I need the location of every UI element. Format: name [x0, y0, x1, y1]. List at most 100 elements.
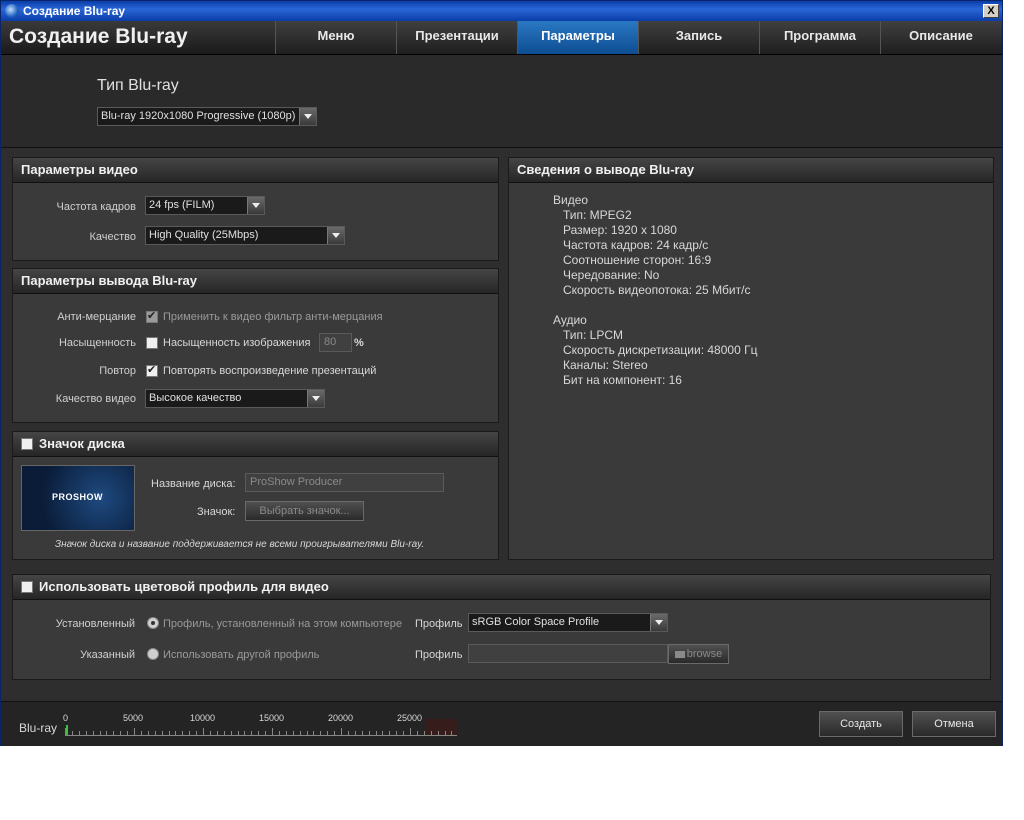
folder-icon [674, 651, 685, 658]
ruler-tick [416, 731, 418, 735]
chevron-down-icon [247, 197, 264, 214]
repeat-label: Повтор [99, 365, 136, 377]
chevron-down-icon [327, 227, 344, 244]
video-params-title: Параметры видео [13, 158, 498, 183]
bluray-type-value: Blu-ray 1920x1080 Progressive (1080p) [101, 110, 296, 122]
repeat-text: Повторять воспроизведение презентаций [163, 365, 377, 377]
ruler-tick [272, 728, 273, 735]
cancel-button[interactable]: Отмена [912, 711, 996, 737]
ruler-tick [65, 728, 66, 735]
ruler-tick [437, 731, 439, 735]
ruler-tick [341, 728, 342, 735]
video-params-panel: Параметры видео Частота кадров 24 fps (F… [12, 157, 499, 261]
saturation-label: Насыщенность [58, 337, 136, 349]
video-info-header: Видео [553, 193, 589, 207]
ruler-tick [237, 731, 239, 735]
bluray-type-section: Тип Blu-ray Blu-ray 1920x1080 Progressiv… [1, 55, 1002, 148]
ruler-tick [278, 731, 280, 735]
ruler-tick [361, 731, 363, 735]
ruler-tick [230, 731, 232, 735]
ruler-tick [209, 731, 211, 735]
audio-info-line: Тип: LPCM [563, 328, 624, 342]
ruler-tick [403, 731, 405, 735]
ruler-tick [389, 731, 391, 735]
profile-select[interactable]: sRGB Color Space Profile [468, 613, 668, 632]
header: Создание Blu-ray Меню Презентации Параме… [1, 21, 1002, 55]
specified-profile-radio[interactable] [147, 648, 159, 660]
profile-value: sRGB Color Space Profile [472, 616, 600, 628]
antiflicker-checkbox[interactable] [146, 309, 158, 323]
browse-label: browse [686, 648, 723, 660]
tab-burn[interactable]: Запись [638, 21, 759, 54]
saturation-checkbox[interactable] [146, 337, 158, 349]
close-button[interactable]: X [983, 4, 999, 18]
ruler-tick-label: 5000 [123, 713, 144, 723]
disc-thumbnail: PROSHOW [21, 465, 135, 531]
disc-icon-note: Значок диска и название поддерживается н… [55, 539, 425, 550]
app-icon [5, 4, 19, 18]
ruler-tick-label: 10000 [190, 713, 216, 723]
ruler-tick [251, 731, 253, 735]
ruler-tick [423, 731, 425, 735]
saturation-input[interactable]: 80 [319, 333, 352, 352]
disc-name-label: Название диска: [151, 478, 236, 490]
tab-menu[interactable]: Меню [275, 21, 396, 54]
disc-icon-checkbox[interactable] [21, 438, 33, 450]
thumbnail-logo-text: PROSHOW [52, 492, 104, 502]
installed-profile-radio[interactable] [147, 617, 159, 629]
framerate-value: 24 fps (FILM) [149, 199, 215, 211]
create-button[interactable]: Создать [819, 711, 903, 737]
tab-description[interactable]: Описание [880, 21, 1001, 54]
repeat-checkbox[interactable] [146, 363, 158, 377]
ruler-tick-label: 0 [63, 713, 69, 723]
quality-select[interactable]: High Quality (25Mbps) [145, 226, 345, 245]
video-info-line: Соотношение сторон: 16:9 [563, 253, 712, 267]
ruler-tick [430, 731, 432, 735]
ruler-tick [223, 731, 225, 735]
ruler-tick [375, 731, 377, 735]
ruler-tick [175, 731, 177, 735]
icon-label: Значок: [197, 506, 236, 518]
saturation-text: Насыщенность изображения [163, 337, 311, 349]
ruler-tick-label: 20000 [328, 713, 354, 723]
ruler-tick [313, 731, 315, 735]
ruler-baseline [65, 735, 457, 736]
profile-path-input[interactable] [468, 644, 668, 663]
ruler-tick [203, 728, 204, 735]
ruler-tick [78, 731, 80, 735]
title-bar: Создание Blu-ray X [1, 1, 1002, 21]
quality-label: Качество [89, 231, 136, 243]
tab-presentations[interactable]: Презентации [396, 21, 517, 54]
tab-bar: Меню Презентации Параметры Запись Програ… [275, 21, 1001, 54]
ruler-tick [127, 731, 129, 735]
video-info-line: Размер: 1920 x 1080 [563, 223, 677, 237]
video-quality-select[interactable]: Высокое качество [145, 389, 325, 408]
browse-button[interactable]: browse [668, 644, 729, 664]
ruler-tick [320, 731, 322, 735]
ruler-tick [285, 731, 287, 735]
ruler-tick [216, 731, 218, 735]
framerate-label: Частота кадров [56, 201, 137, 213]
ruler-tick [154, 731, 156, 735]
antiflicker-text: Применить к видео фильтр анти-мерцания [163, 311, 383, 323]
framerate-select[interactable]: 24 fps (FILM) [145, 196, 265, 215]
ruler-tick [71, 731, 73, 735]
tab-program[interactable]: Программа [759, 21, 880, 54]
profile-label-2: Профиль [415, 649, 463, 661]
bluray-type-select[interactable]: Blu-ray 1920x1080 Progressive (1080p) [97, 107, 317, 126]
ruler-tick [120, 731, 122, 735]
ruler-tick [292, 731, 294, 735]
ruler-tick [444, 731, 446, 735]
capacity-indicator [66, 725, 68, 735]
disc-name-input[interactable]: ProShow Producer [245, 473, 444, 492]
bluray-dialog: Создание Blu-ray X Создание Blu-ray Меню… [0, 0, 1003, 746]
color-profile-checkbox[interactable] [21, 581, 33, 593]
ruler-tick [140, 731, 142, 735]
tab-parameters[interactable]: Параметры [517, 21, 638, 54]
ruler-tick [382, 731, 384, 735]
choose-icon-button[interactable]: Выбрать значок... [245, 501, 364, 521]
profile-label: Профиль [415, 618, 463, 630]
window-title: Создание Blu-ray [23, 4, 126, 18]
bluray-type-label: Тип Blu-ray [97, 77, 179, 94]
chevron-down-icon [299, 108, 316, 125]
